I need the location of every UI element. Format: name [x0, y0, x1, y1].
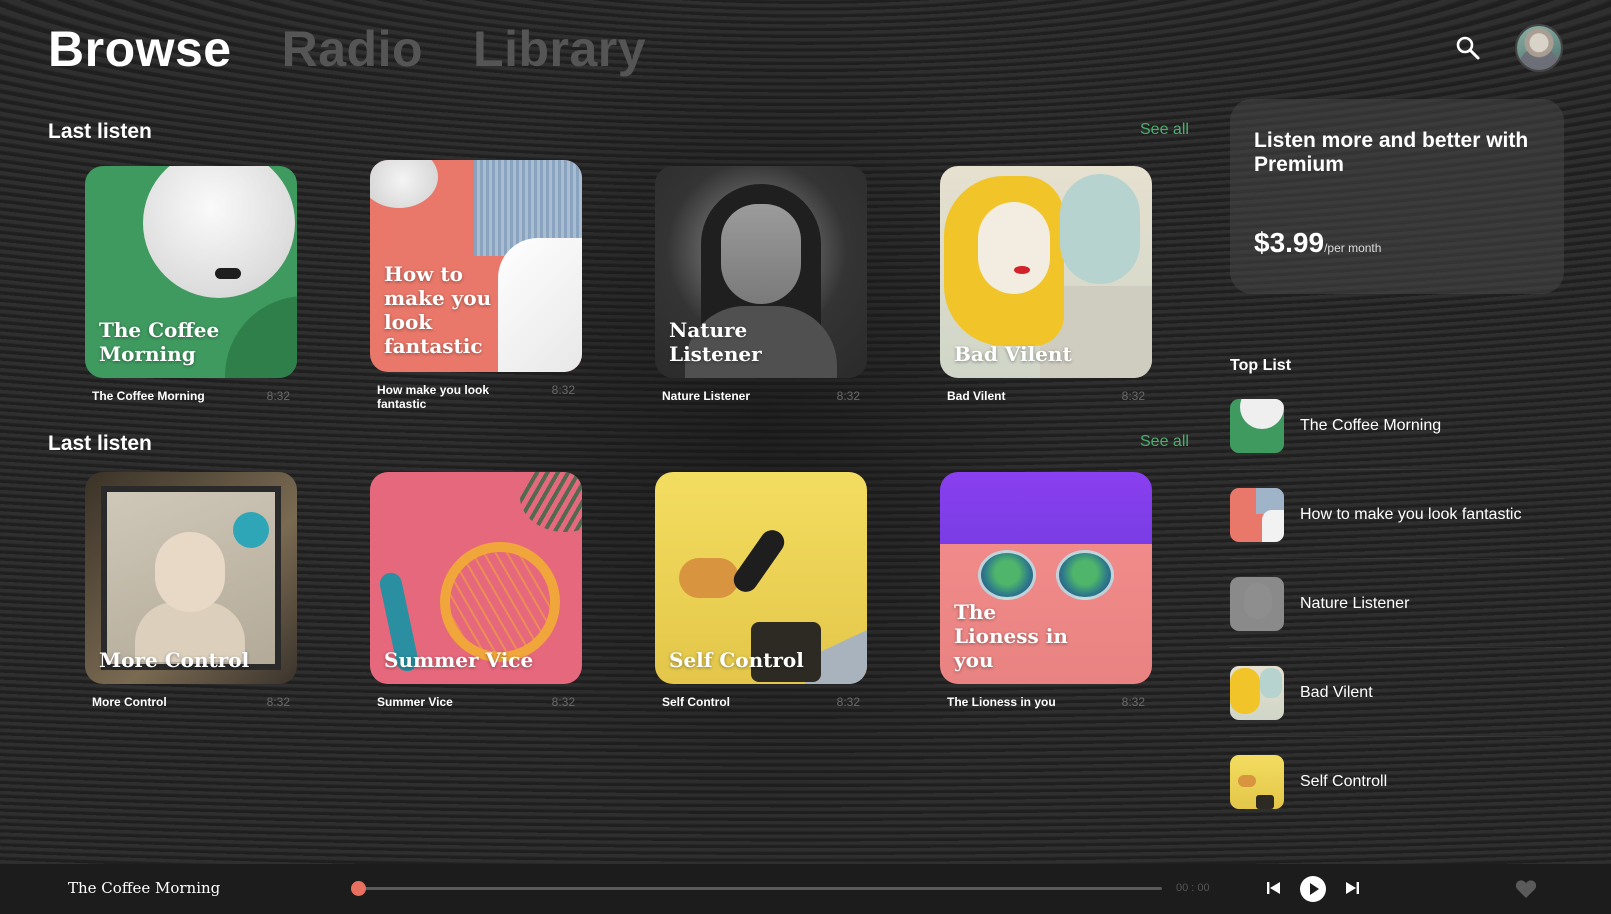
album-name: More Control — [92, 695, 167, 709]
heart-icon — [1515, 880, 1537, 898]
album-cover: Self Control — [655, 472, 867, 684]
cover-title: More Control — [99, 648, 250, 672]
album-cover: Bad Vilent — [940, 166, 1152, 378]
album-cover: The Coffee Morning — [85, 166, 297, 378]
tab-radio[interactable]: Radio — [282, 20, 423, 78]
album-card[interactable]: The Coffee Morning The Coffee Morning 8:… — [85, 166, 297, 403]
see-all-link[interactable]: See all — [1140, 121, 1189, 139]
album-cover: Nature Listener — [655, 166, 867, 378]
search-icon — [1456, 36, 1480, 60]
skip-previous-icon — [1267, 882, 1280, 894]
like-button[interactable] — [1515, 879, 1537, 904]
premium-card[interactable]: Listen more and better with Premium $3.9… — [1230, 99, 1564, 294]
album-name: The Coffee Morning — [92, 389, 205, 403]
album-duration: 8:32 — [266, 389, 290, 403]
album-duration: 8:32 — [266, 695, 290, 709]
cover-title: How to make you look fantastic — [384, 262, 492, 358]
top-list-item[interactable]: The Coffee Morning — [1230, 398, 1564, 454]
top-list-thumb — [1230, 399, 1284, 453]
now-playing-title: The Coffee Morning — [68, 879, 221, 897]
album-duration: 8:32 — [551, 383, 575, 397]
play-icon — [1300, 876, 1326, 902]
album-name: Bad Vilent — [947, 389, 1006, 403]
top-list-thumb — [1230, 577, 1284, 631]
top-list-label: Bad Vilent — [1300, 684, 1373, 701]
cover-title: Summer Vice — [384, 648, 534, 672]
cover-title: The Coffee Morning — [99, 318, 220, 366]
album-duration: 8:32 — [836, 389, 860, 403]
top-list-thumb — [1230, 755, 1284, 809]
album-cover: The Lioness in you — [940, 472, 1152, 684]
album-card[interactable]: The Lioness in you The Lioness in you 8:… — [940, 472, 1152, 709]
top-list-title: Top List — [1230, 357, 1292, 374]
tab-browse[interactable]: Browse — [48, 20, 232, 78]
top-list-thumb — [1230, 488, 1284, 542]
top-list-label: Self Controll — [1300, 773, 1388, 790]
top-list-label: Nature Listener — [1300, 595, 1410, 612]
price-period: /per month — [1324, 241, 1382, 255]
skip-next-icon — [1346, 882, 1359, 894]
album-duration: 8:32 — [1121, 389, 1145, 403]
premium-price: $3.99/per month — [1254, 227, 1381, 259]
cover-title: The Lioness in you — [954, 600, 1068, 672]
album-name: Nature Listener — [662, 389, 751, 403]
album-duration: 8:32 — [836, 695, 860, 709]
top-list-item[interactable]: Nature Listener — [1230, 576, 1564, 632]
album-card[interactable]: Bad Vilent Bad Vilent 8:32 — [940, 166, 1152, 403]
tab-library[interactable]: Library — [473, 20, 646, 78]
album-card[interactable]: How to make you look fantastic How make … — [370, 160, 582, 411]
next-button[interactable] — [1344, 880, 1360, 901]
album-card[interactable]: Nature Listener Nature Listener 8:32 — [655, 166, 867, 403]
top-list-item[interactable]: Self Controll — [1230, 754, 1564, 810]
album-card[interactable]: Summer Vice Summer Vice 8:32 — [370, 472, 582, 709]
cover-title: Self Control — [669, 648, 804, 672]
album-name: Summer Vice — [377, 695, 453, 709]
album-name: Self Control — [662, 695, 730, 709]
album-cover: Summer Vice — [370, 472, 582, 684]
section-title-last-listen: Last listen — [48, 120, 152, 143]
album-duration: 8:32 — [1121, 695, 1145, 709]
cover-title: Bad Vilent — [954, 342, 1072, 366]
album-cover: How to make you look fantastic — [370, 160, 582, 372]
time-display: 00 : 00 — [1176, 882, 1210, 894]
album-name: The Lioness in you — [947, 695, 1056, 709]
album-name: How make you look fantastic — [377, 383, 490, 411]
album-card[interactable]: Self Control Self Control 8:32 — [655, 472, 867, 709]
avatar[interactable] — [1515, 24, 1563, 72]
progress-bar[interactable] — [351, 881, 1162, 896]
top-list-item[interactable]: Bad Vilent — [1230, 665, 1564, 721]
previous-button[interactable] — [1266, 880, 1282, 901]
search-button[interactable] — [1454, 34, 1482, 62]
play-button[interactable] — [1300, 876, 1326, 907]
album-cover: More Control — [85, 472, 297, 684]
top-list-label: How to make you look fantastic — [1300, 506, 1522, 523]
top-list-thumb — [1230, 666, 1284, 720]
section-title-last-listen: Last listen — [48, 432, 152, 455]
top-nav: Browse Radio Library — [48, 20, 696, 78]
see-all-link[interactable]: See all — [1140, 433, 1189, 451]
player-bar: The Coffee Morning 00 : 00 — [0, 864, 1611, 914]
premium-title: Listen more and better with Premium — [1254, 129, 1529, 176]
album-duration: 8:32 — [551, 695, 575, 709]
cover-title: Nature Listener — [669, 318, 762, 366]
progress-knob[interactable] — [351, 881, 366, 896]
album-card[interactable]: More Control More Control 8:32 — [85, 472, 297, 709]
top-list-item[interactable]: How to make you look fantastic — [1230, 487, 1564, 543]
top-list-label: The Coffee Morning — [1300, 417, 1442, 434]
price-amount: $3.99 — [1254, 227, 1325, 258]
